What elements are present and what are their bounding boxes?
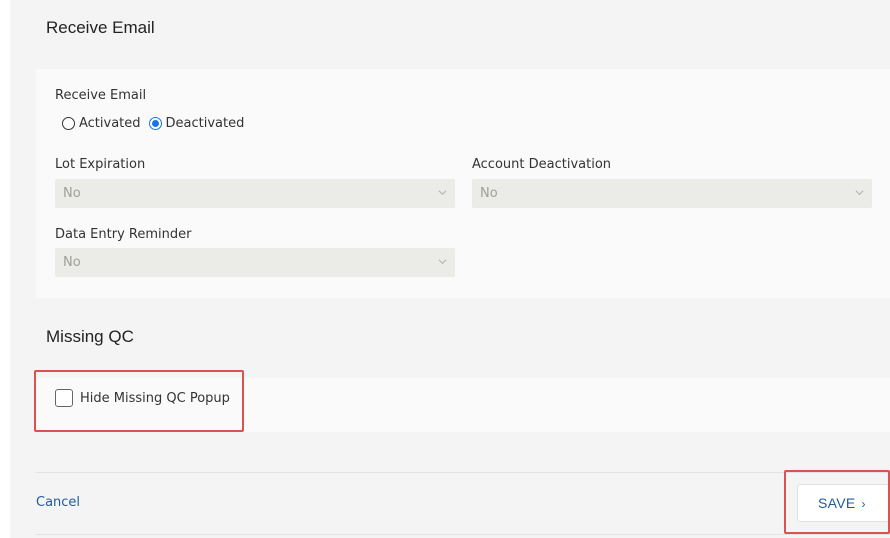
footer-divider-top: [36, 472, 890, 473]
lot-expiration-label: Lot Expiration: [55, 157, 146, 172]
deactivated-radio[interactable]: [148, 117, 162, 130]
receive-email-label: Receive Email: [55, 88, 147, 103]
highlight-box-save: [784, 470, 890, 534]
chevron-down-icon: [438, 259, 447, 265]
lot-expiration-select[interactable]: No: [55, 179, 455, 208]
footer-divider-bottom: [36, 534, 890, 535]
lot-expiration-value: No: [63, 186, 81, 201]
activated-radio-label[interactable]: Activated: [79, 116, 141, 131]
receive-email-section-title: Receive Email: [46, 18, 155, 37]
account-deactivation-value: No: [480, 186, 498, 201]
data-entry-reminder-value: No: [63, 255, 81, 270]
account-deactivation-label: Account Deactivation: [472, 157, 612, 172]
cancel-link[interactable]: Cancel: [36, 495, 80, 510]
highlight-box-hide-qc: [34, 370, 244, 432]
chevron-down-icon: [438, 190, 447, 196]
data-entry-reminder-select[interactable]: No: [55, 248, 455, 277]
receive-email-radio-group: Activated Deactivated: [62, 116, 252, 131]
account-deactivation-select[interactable]: No: [472, 179, 872, 208]
data-entry-reminder-label: Data Entry Reminder: [55, 227, 192, 242]
missing-qc-section-title: Missing QC: [46, 327, 134, 346]
deactivated-radio-label[interactable]: Deactivated: [166, 116, 245, 131]
chevron-down-icon: [855, 190, 864, 196]
activated-radio[interactable]: [62, 117, 75, 130]
